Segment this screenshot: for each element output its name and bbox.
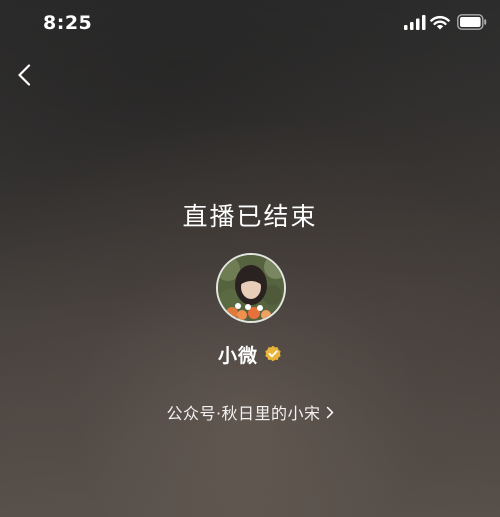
status-bar: 8:25 <box>0 0 500 46</box>
chevron-left-icon <box>18 64 31 86</box>
signal-icon <box>404 15 426 30</box>
back-button[interactable] <box>10 58 40 90</box>
host-name: 小微 <box>217 344 258 367</box>
live-ended-title: 直播已结束 <box>182 202 318 231</box>
wifi-icon <box>430 16 450 30</box>
avatar[interactable] <box>216 253 286 323</box>
official-account-link[interactable]: 公众号·秋日里的小宋 <box>0 398 500 426</box>
verified-badge-icon <box>265 345 281 362</box>
avatar-photo <box>218 255 284 321</box>
chevron-right-icon <box>326 406 333 418</box>
official-account-text: 公众号·秋日里的小宋 <box>166 404 321 423</box>
battery-icon <box>457 14 487 30</box>
host-name-row: 小微 <box>0 340 500 368</box>
status-time: 8:25 <box>43 12 93 34</box>
